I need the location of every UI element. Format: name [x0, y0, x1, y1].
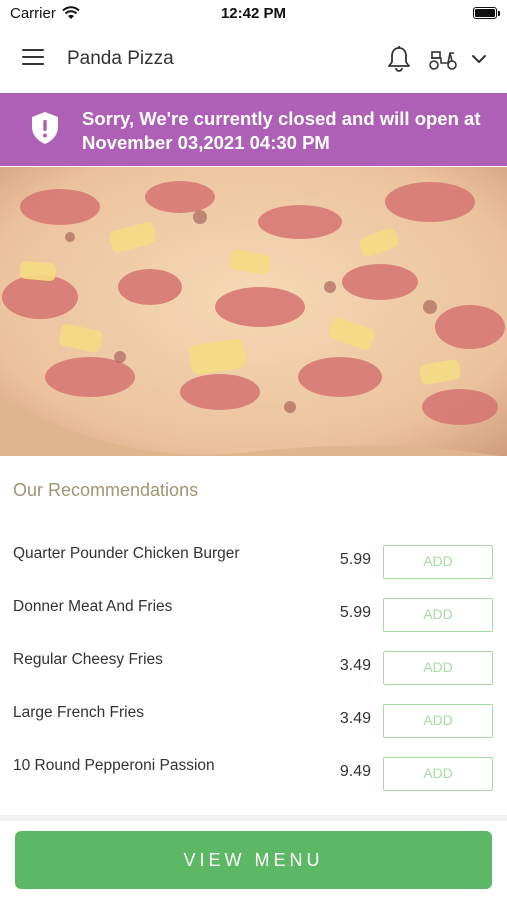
- list-item: Large French Fries 3.49 ADD: [0, 691, 507, 744]
- add-button[interactable]: ADD: [383, 545, 493, 579]
- list-item: Regular Cheesy Fries 3.49 ADD: [0, 638, 507, 691]
- restaurant-title: Panda Pizza: [67, 48, 174, 69]
- divider: [0, 815, 507, 821]
- item-name: Quarter Pounder Chicken Burger: [13, 545, 240, 562]
- add-button[interactable]: ADD: [383, 598, 493, 632]
- list-item: Quarter Pounder Chicken Burger 5.99 ADD: [0, 532, 507, 585]
- list-item: 10 Round Pepperoni Passion 9.49 ADD: [0, 744, 507, 797]
- status-time: 12:42 PM: [220, 5, 287, 22]
- item-price: 9.49: [339, 763, 371, 780]
- battery-tip: [498, 11, 500, 16]
- item-price: 5.99: [339, 551, 371, 568]
- closed-message: Sorry, We're currently closed and will o…: [82, 108, 481, 153]
- item-price: 5.99: [339, 604, 371, 621]
- list-item: Donner Meat And Fries 5.99 ADD: [0, 585, 507, 638]
- scooter-icon[interactable]: [428, 47, 458, 71]
- item-name: 10 Round Pepperoni Passion: [13, 757, 215, 774]
- chevron-down-icon[interactable]: [470, 50, 488, 68]
- add-button[interactable]: ADD: [383, 704, 493, 738]
- item-name: Regular Cheesy Fries: [13, 651, 163, 668]
- pizza-hero-image: [0, 167, 507, 456]
- add-button[interactable]: ADD: [383, 651, 493, 685]
- top-nav-bar: Panda Pizza: [0, 30, 507, 88]
- store-closed-banner: Sorry, We're currently closed and will o…: [0, 93, 507, 166]
- shield-alert-icon: [32, 112, 58, 144]
- item-name: Large French Fries: [13, 704, 144, 721]
- recommendations-heading: Our Recommendations: [13, 480, 199, 500]
- status-bar: Carrier 12:42 PM: [0, 0, 507, 28]
- battery-icon: [473, 7, 497, 19]
- item-name: Donner Meat And Fries: [13, 598, 173, 615]
- view-menu-button[interactable]: VIEW MENU: [15, 831, 492, 889]
- bell-icon[interactable]: [386, 45, 412, 73]
- menu-icon[interactable]: [22, 48, 46, 68]
- item-price: 3.49: [339, 657, 371, 674]
- add-button[interactable]: ADD: [383, 757, 493, 791]
- item-price: 3.49: [339, 710, 371, 727]
